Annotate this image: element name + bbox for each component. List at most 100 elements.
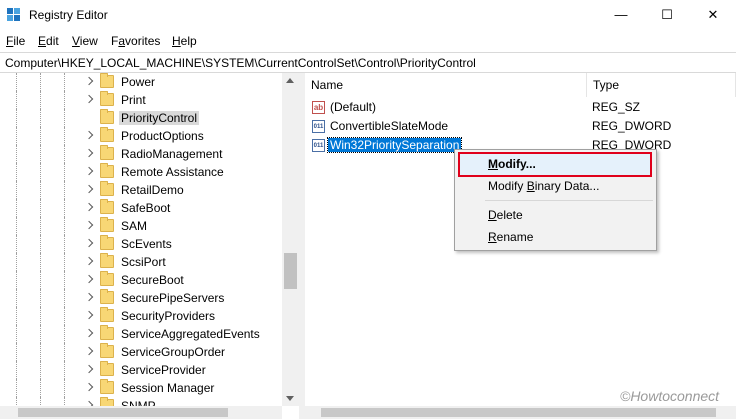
tree-guide-line <box>64 307 66 325</box>
tree-guide-line <box>16 361 18 379</box>
tree-guide-line <box>64 163 66 181</box>
folder-icon <box>100 307 114 322</box>
tree-item[interactable]: PriorityControl <box>0 109 282 127</box>
context-menu-modify[interactable]: Modify... <box>488 157 536 171</box>
expand-chevron-icon[interactable] <box>84 256 94 266</box>
expand-chevron-icon[interactable] <box>84 94 94 104</box>
tree-guide-line <box>64 343 66 361</box>
scroll-up-arrow-icon[interactable] <box>286 78 294 83</box>
tree-guide-line <box>16 379 18 397</box>
value-row[interactable]: 011 ConvertibleSlateMode REG_DWORD <box>305 117 736 136</box>
expand-chevron-icon[interactable] <box>84 184 94 194</box>
scroll-down-arrow-icon[interactable] <box>286 396 294 401</box>
address-bar[interactable]: Computer\HKEY_LOCAL_MACHINE\SYSTEM\Curre… <box>0 52 736 73</box>
tree-guide-line <box>40 289 42 307</box>
tree-item[interactable]: RadioManagement <box>0 145 282 163</box>
tree-guide-line <box>16 325 18 343</box>
modify-binary-mnemonic: B <box>526 179 535 193</box>
expand-chevron-icon[interactable] <box>84 148 94 158</box>
tree-item-label: ServiceGroupOrder <box>121 345 226 359</box>
tree-guide-line <box>40 217 42 235</box>
expand-chevron-icon[interactable] <box>84 76 94 86</box>
tree-guide-line <box>40 163 42 181</box>
tree-guide-line <box>40 271 42 289</box>
expand-chevron-icon[interactable] <box>84 238 94 248</box>
tree-item[interactable]: SecurityProviders <box>0 307 282 325</box>
expand-chevron-icon[interactable] <box>84 310 94 320</box>
values-horizontal-scrollbar[interactable] <box>305 406 736 419</box>
context-menu-modify-binary[interactable]: Modify Binary Data... <box>488 179 599 193</box>
tree-guide-line <box>64 235 66 253</box>
tree-guide-line <box>64 109 66 127</box>
expand-chevron-icon[interactable] <box>84 364 94 374</box>
folder-icon <box>100 127 114 142</box>
menu-favorites[interactable]: Favorites <box>111 34 160 48</box>
tree-item-label: ProductOptions <box>121 129 204 143</box>
delete-mnemonic: D <box>488 208 497 222</box>
menu-help[interactable]: Help <box>172 34 197 48</box>
expand-chevron-icon[interactable] <box>84 220 94 230</box>
tree-guide-line <box>40 343 42 361</box>
tree-item-label: SafeBoot <box>121 201 171 215</box>
tree-item-label: RadioManagement <box>121 147 223 161</box>
tree-item[interactable]: Session Manager <box>0 379 282 397</box>
column-header-name[interactable]: Name <box>305 73 587 97</box>
tree-scroll-thumb[interactable] <box>284 253 297 289</box>
tree-item[interactable]: ServiceGroupOrder <box>0 343 282 361</box>
tree-guide-line <box>16 199 18 217</box>
menu-view[interactable]: View <box>72 34 98 48</box>
tree-item[interactable]: ServiceProvider <box>0 361 282 379</box>
folder-icon <box>100 253 114 268</box>
menu-help-label: elp <box>180 34 197 48</box>
tree-guide-line <box>16 307 18 325</box>
tree-guide-line <box>64 379 66 397</box>
expand-chevron-icon[interactable] <box>84 274 94 284</box>
tree-item-label: RetailDemo <box>121 183 184 197</box>
string-value-icon: ab <box>312 101 325 114</box>
tree-horizontal-scrollbar[interactable] <box>0 406 282 419</box>
tree-item[interactable]: SecurePipeServers <box>0 289 282 307</box>
context-menu-delete[interactable]: Delete <box>488 208 523 222</box>
tree-vertical-scrollbar[interactable] <box>282 73 299 406</box>
binary-value-icon: 011 <box>312 139 325 152</box>
expand-chevron-icon[interactable] <box>84 166 94 176</box>
tree-item[interactable]: Remote Assistance <box>0 163 282 181</box>
tree-item-label: Print <box>121 93 146 107</box>
close-button[interactable]: ✕ <box>690 0 736 30</box>
tree-item[interactable]: Power <box>0 73 282 91</box>
tree-item[interactable]: ScEvents <box>0 235 282 253</box>
value-row[interactable]: ab (Default) REG_SZ <box>305 98 736 117</box>
menu-bar: File Edit View Favorites Help <box>0 31 736 51</box>
tree-guide-line <box>16 91 18 109</box>
tree-item-label: Remote Assistance <box>121 165 224 179</box>
expand-chevron-icon[interactable] <box>84 382 94 392</box>
modify-label: odify... <box>498 157 536 171</box>
tree-guide-line <box>16 289 18 307</box>
tree-item[interactable]: ProductOptions <box>0 127 282 145</box>
expand-chevron-icon[interactable] <box>84 346 94 356</box>
tree-item[interactable]: SafeBoot <box>0 199 282 217</box>
expand-chevron-icon[interactable] <box>84 202 94 212</box>
tree-item[interactable]: ServiceAggregatedEvents <box>0 325 282 343</box>
tree-item[interactable]: SecureBoot <box>0 271 282 289</box>
column-header-type[interactable]: Type <box>587 73 736 97</box>
key-tree-pane[interactable]: Power Print PriorityControl ProductOptions R… <box>0 73 299 419</box>
minimize-button[interactable]: — <box>598 0 644 30</box>
context-menu-rename[interactable]: Rename <box>488 230 533 244</box>
tree-hscroll-thumb[interactable] <box>18 408 228 417</box>
menu-edit[interactable]: Edit <box>38 34 59 48</box>
folder-icon <box>100 109 114 124</box>
maximize-button[interactable]: ☐ <box>644 0 690 30</box>
tree-item[interactable]: SAM <box>0 217 282 235</box>
menu-file-label: ile <box>13 34 26 48</box>
expand-chevron-icon[interactable] <box>84 130 94 140</box>
values-hscroll-thumb[interactable] <box>321 408 716 417</box>
menu-help-mnemonic: H <box>172 34 181 48</box>
tree-item[interactable]: Print <box>0 91 282 109</box>
menu-file[interactable]: File <box>6 34 25 48</box>
expand-chevron-icon[interactable] <box>84 328 94 338</box>
tree-item[interactable]: ScsiPort <box>0 253 282 271</box>
tree-guide-line <box>64 253 66 271</box>
tree-item[interactable]: RetailDemo <box>0 181 282 199</box>
expand-chevron-icon[interactable] <box>84 292 94 302</box>
